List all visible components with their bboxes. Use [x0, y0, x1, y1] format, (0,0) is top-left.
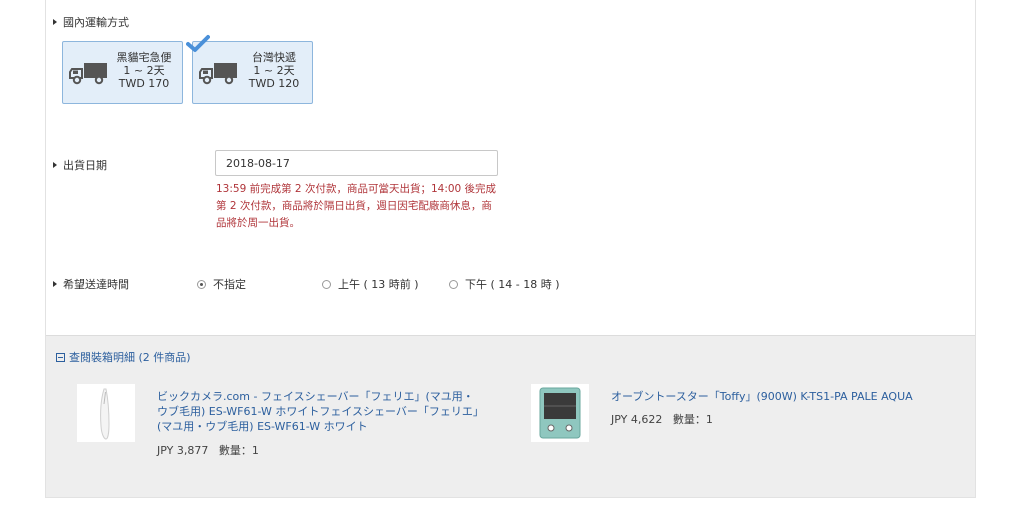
ship-date-input[interactable] [215, 150, 498, 176]
product-image-face-shaver[interactable] [77, 384, 135, 442]
radio-empty-icon [322, 279, 331, 289]
product-price-qty: JPY 4,622 數量：1 [611, 411, 713, 427]
shipping-option-black-cat[interactable]: 黑貓宅急便 1 ~ 2天 TWD 170 [62, 41, 183, 104]
bullet-triangle-icon [53, 19, 57, 25]
collapse-icon [56, 352, 65, 362]
shipping-option-price: TWD 120 [248, 77, 300, 90]
toaster-image [531, 384, 589, 442]
product-title-face-shaver[interactable]: ビックカメラ.com - フェイスシェーバー「フェリエ」(マユ用・ウブ毛用) E… [157, 389, 482, 434]
truck-icon [199, 63, 237, 85]
package-detail-toggle[interactable]: 查閱裝箱明細 (2 件商品) [56, 349, 191, 365]
shipping-method-label: 國內運輸方式 [53, 14, 129, 30]
product-qty: 數量：1 [218, 444, 259, 457]
selected-check-icon [186, 35, 210, 52]
truck-icon [69, 63, 107, 85]
product-qty: 數量：1 [672, 413, 713, 426]
shipping-option-days: 1 ~ 2天 [123, 64, 165, 77]
product-price: JPY 3,877 [157, 444, 209, 457]
product-image-toaster[interactable] [531, 384, 589, 442]
product-price-qty: JPY 3,877 數量：1 [157, 442, 259, 458]
shipping-option-days: 1 ~ 2天 [253, 64, 295, 77]
shipping-option-price: TWD 170 [118, 77, 170, 90]
bullet-triangle-icon [53, 162, 57, 168]
delivery-time-morning-radio[interactable]: 上午 ( 13 時前 ) [322, 276, 419, 292]
bullet-triangle-icon [53, 281, 57, 287]
ship-date-note: 13:59 前完成第 2 次付款，商品可當天出貨；14:00 後完成第 2 次付… [216, 183, 497, 229]
delivery-time-label: 希望送達時間 [53, 276, 129, 292]
product-title-toaster[interactable]: オーブントースター「Toffy」(900W) K-TS1-PA PALE AQU… [611, 389, 951, 404]
product-price: JPY 4,622 [611, 413, 663, 426]
shipping-option-name: 黑貓宅急便 [116, 51, 172, 64]
delivery-time-afternoon-radio[interactable]: 下午 ( 14 - 18 時 ) [449, 276, 560, 292]
radio-selected-icon [197, 279, 206, 289]
package-detail-section: 查閱裝箱明細 (2 件商品) ビックカメラ.com - フェイスシェーバー「フェ… [46, 335, 975, 497]
radio-empty-icon [449, 279, 458, 289]
shipping-option-taiwan-express[interactable]: 台灣快遞 1 ~ 2天 TWD 120 [192, 41, 313, 104]
shipping-option-name: 台灣快遞 [252, 51, 296, 64]
delivery-time-any-radio[interactable]: 不指定 [197, 276, 246, 292]
ship-date-label: 出貨日期 [53, 157, 107, 173]
face-shaver-image [77, 384, 135, 442]
